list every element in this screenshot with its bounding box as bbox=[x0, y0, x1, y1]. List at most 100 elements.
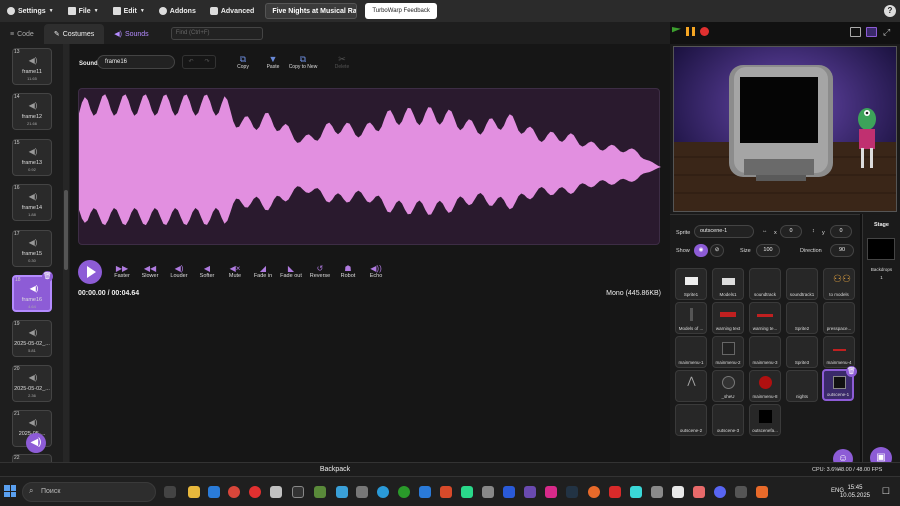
app-icon[interactable] bbox=[651, 486, 663, 498]
scrollbar-thumb[interactable] bbox=[64, 190, 68, 270]
app-icon[interactable] bbox=[270, 486, 282, 498]
app-icon[interactable] bbox=[630, 486, 642, 498]
effect-echo[interactable]: ◀)) Echo bbox=[362, 264, 390, 279]
sprite-tile[interactable]: presspace... bbox=[823, 302, 855, 334]
tab-code[interactable]: ≡ Code bbox=[0, 24, 44, 44]
effect-robot[interactable]: ☗ Robot bbox=[334, 264, 362, 279]
effect-slower[interactable]: ◀◀ Slower bbox=[136, 264, 164, 279]
find-input[interactable]: Find (Ctrl+F) bbox=[170, 27, 263, 40]
show-hidden-toggle[interactable]: ⊘ bbox=[710, 244, 724, 257]
undo-icon[interactable]: ↶ bbox=[183, 56, 199, 68]
advanced-menu[interactable]: Advanced bbox=[203, 0, 261, 22]
effect-faster[interactable]: ▶▶ Faster bbox=[108, 264, 136, 279]
xbox-icon[interactable] bbox=[398, 486, 410, 498]
sprite-tile[interactable]: Sprite2 bbox=[786, 302, 818, 334]
redo-icon[interactable]: ↷ bbox=[199, 56, 215, 68]
app-icon[interactable] bbox=[735, 486, 747, 498]
sprite-tile[interactable]: Sprite1 bbox=[675, 268, 707, 300]
effect-softer[interactable]: ◀ Softer bbox=[193, 264, 221, 279]
app-icon[interactable] bbox=[693, 486, 705, 498]
chrome-icon[interactable] bbox=[228, 486, 240, 498]
trash-icon[interactable]: 🗑 bbox=[846, 366, 857, 377]
app-icon[interactable] bbox=[756, 486, 768, 498]
large-stage-icon[interactable] bbox=[866, 27, 877, 37]
app-icon[interactable] bbox=[672, 486, 684, 498]
tab-sounds[interactable]: ◀) Sounds bbox=[104, 24, 158, 44]
sprite-name-input[interactable]: outscene-1 bbox=[694, 225, 754, 238]
waveform-area[interactable] bbox=[78, 88, 661, 245]
browser-icon[interactable] bbox=[208, 486, 220, 498]
effect-reverse[interactable]: ↺ Reverse bbox=[306, 264, 334, 279]
tab-costumes[interactable]: ✎ Costumes bbox=[43, 24, 105, 44]
stage-selector[interactable]: Stage Backdrops 1 ▣ bbox=[862, 214, 900, 469]
backpack-bar[interactable]: Backpack bbox=[0, 462, 670, 476]
y-input[interactable]: 0 bbox=[830, 225, 852, 238]
play-button[interactable] bbox=[78, 260, 102, 284]
show-visible-toggle[interactable]: ◉ bbox=[694, 244, 708, 257]
task-view-icon[interactable] bbox=[164, 486, 176, 498]
direction-input[interactable]: 90 bbox=[830, 244, 854, 257]
copy-to-new-button[interactable]: ⧉ Copy to New bbox=[286, 54, 320, 70]
sound-item[interactable]: 22 bbox=[12, 454, 52, 462]
turbowarp-icon[interactable] bbox=[292, 486, 304, 498]
copy-button[interactable]: ⧉ Copy bbox=[226, 54, 260, 70]
sprite-tile[interactable]: mainmenu-1 bbox=[675, 336, 707, 368]
feedback-button[interactable]: TurboWarp Feedback bbox=[365, 3, 437, 19]
steam-icon[interactable] bbox=[566, 486, 578, 498]
delete-button[interactable]: ✂ Delete bbox=[325, 54, 359, 70]
files-icon[interactable] bbox=[188, 486, 200, 498]
sprite-tile[interactable]: ⚇⚇ to models bbox=[823, 268, 855, 300]
sprite-tile[interactable]: Models1 bbox=[712, 268, 744, 300]
yandex-icon[interactable] bbox=[249, 486, 261, 498]
app-icon[interactable] bbox=[524, 486, 536, 498]
edit-menu[interactable]: Edit ▼ bbox=[106, 0, 152, 22]
sprite-tile[interactable]: outscenefa... bbox=[749, 404, 781, 436]
discord-icon[interactable] bbox=[714, 486, 726, 498]
file-menu[interactable]: File ▼ bbox=[61, 0, 106, 22]
effect-fade-in[interactable]: ◢ Fade in bbox=[249, 264, 277, 279]
vscode-icon[interactable] bbox=[419, 486, 431, 498]
pause-icon[interactable] bbox=[686, 27, 695, 36]
x-input[interactable]: 0 bbox=[780, 225, 802, 238]
clock[interactable]: 15:45 10.05.2025 bbox=[840, 484, 870, 500]
sound-item[interactable]: 17 ◀) frame15 0.30 bbox=[12, 230, 52, 267]
skype-icon[interactable] bbox=[377, 486, 389, 498]
size-input[interactable]: 100 bbox=[756, 244, 780, 257]
sprite-tile[interactable]: mainmenu-2 bbox=[712, 336, 744, 368]
app-icon[interactable] bbox=[545, 486, 557, 498]
sprite-tile[interactable]: Sprite3 bbox=[786, 336, 818, 368]
sound-name-input[interactable]: frame16 bbox=[97, 55, 175, 69]
minecraft-icon[interactable] bbox=[314, 486, 326, 498]
fullscreen-icon[interactable]: ⤢ bbox=[883, 27, 894, 37]
effect-louder[interactable]: ◀) Louder bbox=[165, 264, 193, 279]
sprite-tile[interactable]: warning text bbox=[712, 302, 744, 334]
sound-item[interactable]: 19 ◀) 2025-05-02_... 5.81 bbox=[12, 320, 52, 357]
notification-icon[interactable]: ☐ bbox=[882, 486, 890, 497]
app-icon[interactable] bbox=[482, 486, 494, 498]
app-icon[interactable] bbox=[356, 486, 368, 498]
sprite-tile[interactable]: outscene-3 bbox=[712, 404, 744, 436]
windows-start-icon[interactable] bbox=[4, 485, 16, 497]
taskbar-search[interactable]: Поиск bbox=[22, 482, 156, 502]
sound-item[interactable]: 13 ◀) frame11 11.65 bbox=[12, 48, 52, 85]
app-icon[interactable] bbox=[336, 486, 348, 498]
small-stage-icon[interactable] bbox=[850, 27, 861, 37]
effect-mute[interactable]: ◀× Mute bbox=[221, 264, 249, 279]
app-icon[interactable] bbox=[503, 486, 515, 498]
sprite-tile[interactable]: ⋀ bbox=[675, 370, 707, 402]
addons-menu[interactable]: Addons bbox=[152, 0, 203, 22]
sprite-tile[interactable]: nights bbox=[786, 370, 818, 402]
sprite-tile[interactable]: _sheU bbox=[712, 370, 744, 402]
sprite-tile[interactable]: mainmenu-4 bbox=[823, 336, 855, 368]
stop-icon[interactable] bbox=[700, 27, 709, 36]
paste-button[interactable]: ▼ Paste bbox=[256, 54, 290, 70]
sound-item[interactable]: 14 ◀) frame12 21.66 bbox=[12, 93, 52, 130]
settings-menu[interactable]: Settings ▼ bbox=[0, 0, 61, 22]
app-icon[interactable] bbox=[609, 486, 621, 498]
app-icon[interactable] bbox=[588, 486, 600, 498]
effect-fade-out[interactable]: ◣ Fade out bbox=[277, 264, 305, 279]
help-icon[interactable]: ? bbox=[884, 5, 896, 17]
sprite-tile[interactable]: soundtrack bbox=[749, 268, 781, 300]
sprite-tile[interactable]: soundtrack1 bbox=[786, 268, 818, 300]
sound-item[interactable]: 20 ◀) 2025-05-02_... 2.36 bbox=[12, 365, 52, 402]
